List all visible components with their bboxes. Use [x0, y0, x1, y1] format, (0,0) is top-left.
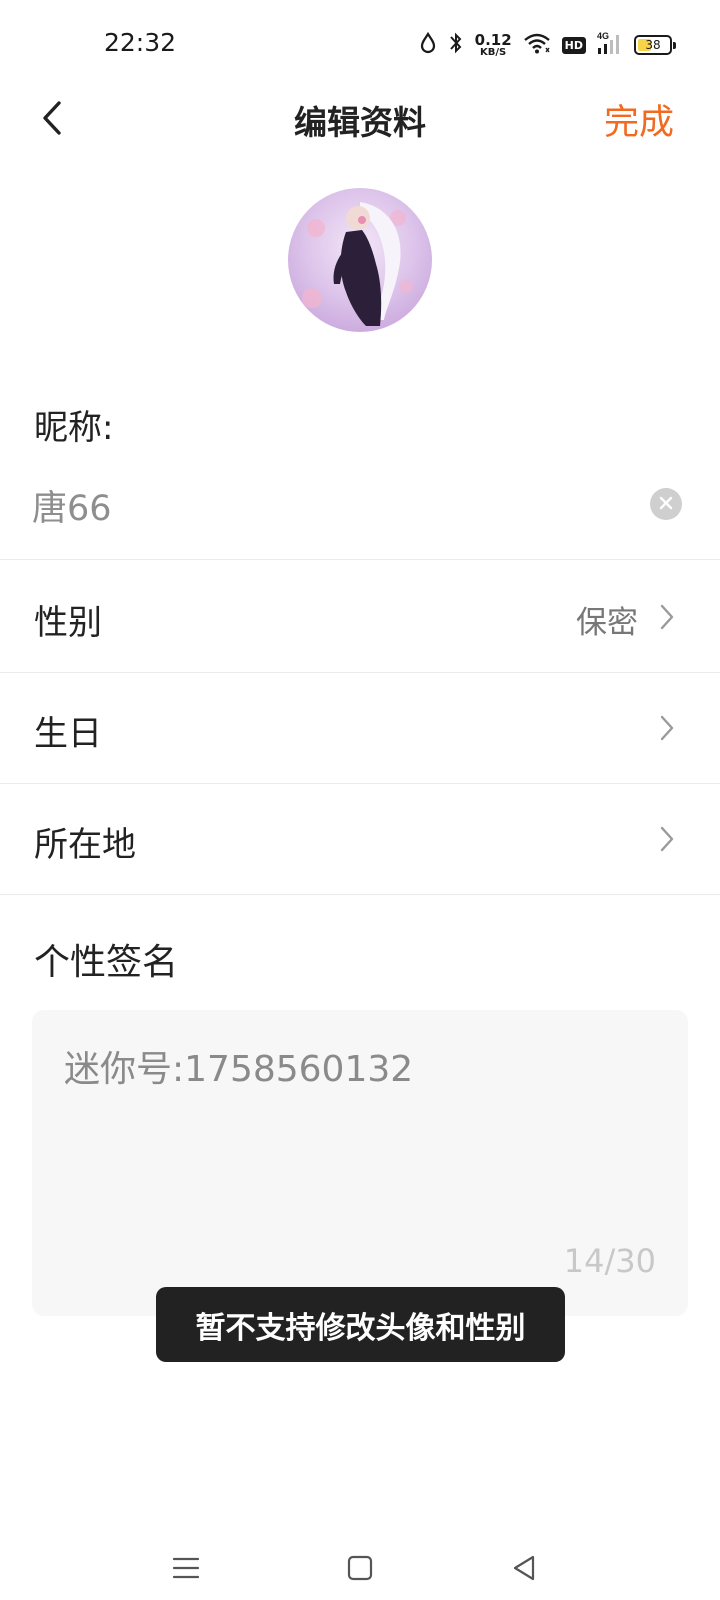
system-nav-bar [0, 1520, 720, 1600]
status-bar: 22:32 0.12 KB/S HD 4G 38 [0, 0, 720, 88]
clear-icon [659, 495, 673, 514]
status-icons: 0.12 KB/S HD 4G 38 [419, 28, 676, 62]
nav-header: 编辑资料 完成 [0, 88, 720, 152]
chevron-right-icon [658, 712, 678, 744]
nickname-row [0, 470, 720, 560]
battery-level: 38 [645, 38, 661, 52]
toast-text: 暂不支持修改头像和性别 [195, 1310, 526, 1346]
menu-button[interactable] [156, 1540, 216, 1600]
drop-icon [419, 31, 437, 59]
hd-icon: HD [561, 36, 586, 54]
home-icon [345, 1553, 375, 1587]
chevron-right-icon [658, 823, 678, 855]
network-speed: 0.12 KB/S [474, 30, 512, 58]
nickname-input[interactable] [32, 480, 632, 530]
signature-input[interactable]: 迷你号:1758560132 14/30 [32, 1010, 688, 1316]
status-time: 22:32 [104, 28, 177, 57]
system-back-button[interactable] [494, 1540, 554, 1600]
net-speed-value: 0.12 [474, 30, 512, 49]
location-label: 所在地 [34, 825, 136, 865]
signal-icon: 4G [596, 30, 624, 60]
signature-label: 个性签名 [34, 942, 179, 983]
home-button[interactable] [330, 1540, 390, 1600]
signature-text: 迷你号:1758560132 [64, 1049, 414, 1090]
avatar-image [288, 188, 432, 332]
done-button[interactable]: 完成 [604, 94, 674, 145]
wifi-icon [522, 31, 552, 59]
back-triangle-icon [509, 1553, 539, 1587]
toast-message: 暂不支持修改头像和性别 [156, 1287, 565, 1362]
net-speed-unit: KB/S [480, 46, 507, 58]
gender-row[interactable]: 性别 保密 [0, 561, 720, 673]
nickname-label: 昵称: [34, 408, 114, 448]
battery-icon: 38 [634, 35, 676, 55]
chevron-right-icon [658, 601, 678, 633]
menu-icon [171, 1553, 201, 1587]
clear-button[interactable] [650, 488, 682, 520]
birthday-label: 生日 [34, 714, 102, 754]
edit-profile-screen: 22:32 0.12 KB/S HD 4G 38 编辑资料 完成 昵称: 唐66… [0, 0, 720, 1600]
svg-text:4G: 4G [597, 31, 609, 41]
gender-value: 保密 [576, 605, 638, 641]
location-row[interactable]: 所在地 [0, 783, 720, 895]
bluetooth-icon [447, 30, 465, 60]
signature-counter: 14/30 [563, 1242, 656, 1280]
avatar[interactable] [288, 188, 432, 332]
birthday-row[interactable]: 生日 [0, 672, 720, 784]
gender-label: 性别 [34, 603, 102, 643]
